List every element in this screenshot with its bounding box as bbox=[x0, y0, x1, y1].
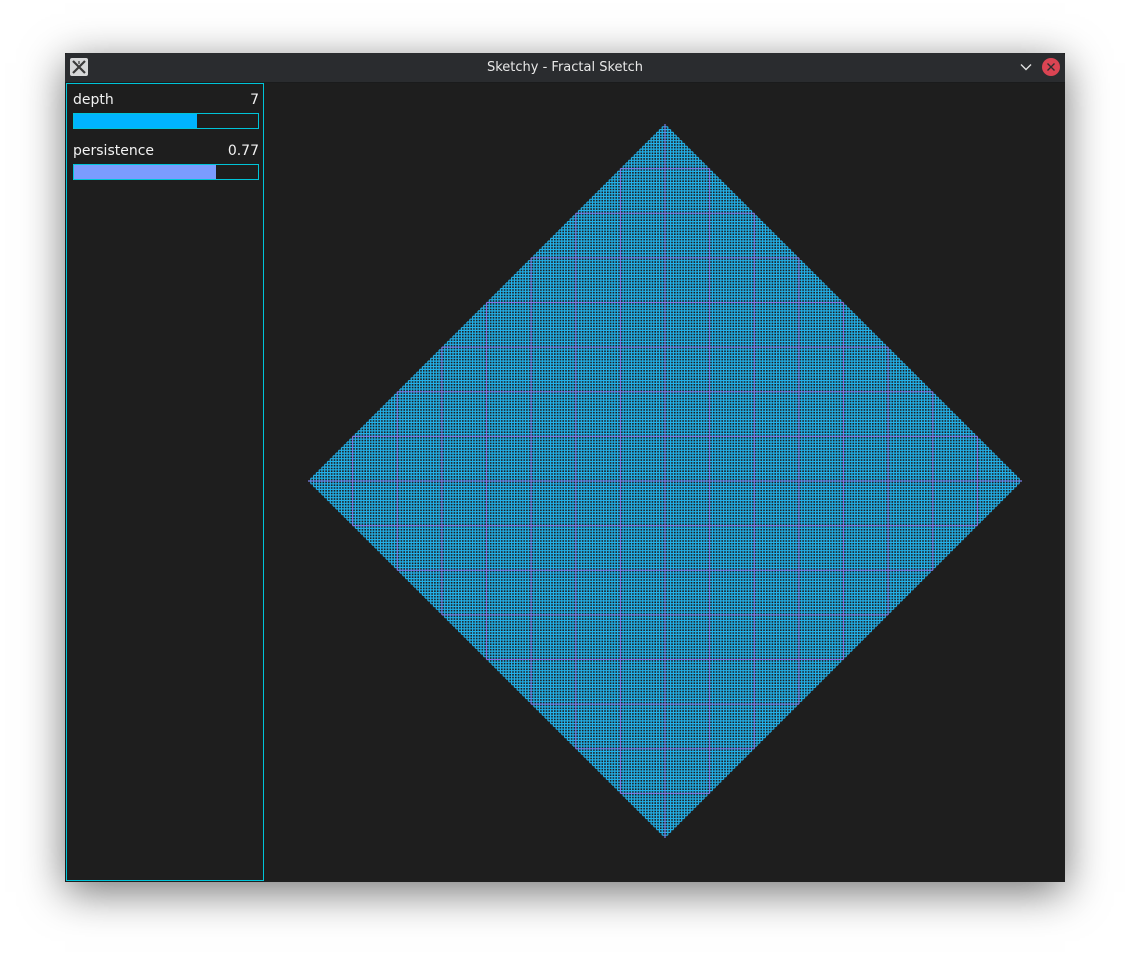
depth-track[interactable] bbox=[73, 113, 259, 129]
minimize-button[interactable] bbox=[1016, 57, 1036, 77]
window-title: Sketchy - Fractal Sketch bbox=[486, 60, 644, 75]
persistence-value: 0.77 bbox=[227, 143, 259, 159]
controls-panel: depth 7 persistence 0.77 bbox=[66, 83, 264, 881]
depth-value: 7 bbox=[250, 92, 259, 108]
fractal-accent-strokes bbox=[308, 124, 1022, 838]
fractal-canvas[interactable] bbox=[265, 83, 1065, 882]
app-window: Sketchy - Fractal Sketch depth 7 persist… bbox=[65, 53, 1065, 882]
persistence-track[interactable] bbox=[73, 164, 259, 180]
close-button[interactable] bbox=[1041, 57, 1061, 77]
depth-fill bbox=[74, 114, 197, 128]
fractal-crosses bbox=[308, 124, 1022, 838]
close-icon bbox=[1047, 63, 1055, 71]
persistence-label: persistence bbox=[73, 143, 155, 159]
persistence-fill bbox=[74, 165, 216, 179]
fractal-drawing bbox=[308, 124, 1022, 838]
chevron-down-icon bbox=[1020, 64, 1032, 71]
depth-label: depth bbox=[73, 92, 114, 108]
title-bar[interactable]: Sketchy - Fractal Sketch bbox=[65, 53, 1065, 83]
